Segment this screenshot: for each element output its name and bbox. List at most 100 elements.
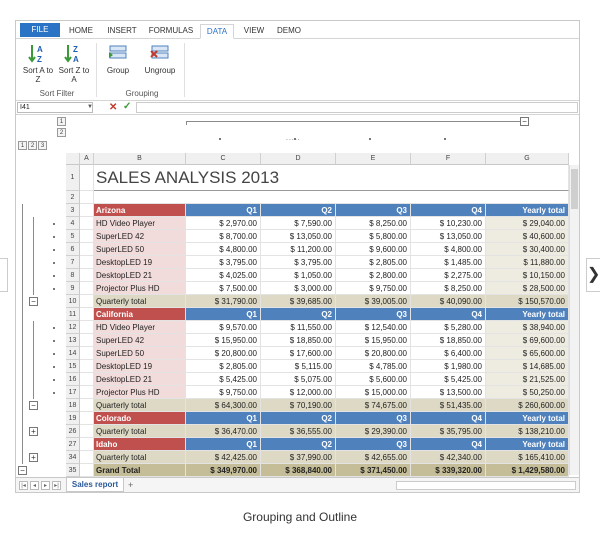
row-label-cell[interactable]: SuperLED 50 [94, 243, 186, 256]
formula-input[interactable] [136, 102, 578, 113]
value-cell[interactable]: $ 7,590.00 [261, 217, 336, 230]
column-header-f[interactable]: F [411, 153, 486, 165]
value-cell[interactable]: $ 9,750.00 [186, 386, 261, 399]
value-cell[interactable]: Q4 [411, 412, 486, 425]
value-cell[interactable]: $ 21,525.00 [486, 373, 569, 386]
cell-a[interactable] [80, 425, 94, 438]
value-cell[interactable]: $ 50,250.00 [486, 386, 569, 399]
value-cell[interactable]: $ 368,840.00 [261, 464, 336, 477]
value-cell[interactable]: $ 14,685.00 [486, 360, 569, 373]
value-cell[interactable]: $ 37,990.00 [261, 451, 336, 464]
row-header[interactable]: 12 [66, 321, 80, 334]
value-cell[interactable]: $ 17,600.00 [261, 347, 336, 360]
value-cell[interactable]: Q3 [336, 308, 411, 321]
row-header[interactable]: 7 [66, 256, 80, 269]
column-header-d[interactable]: D [261, 153, 336, 165]
value-cell[interactable]: $ 5,600.00 [336, 373, 411, 386]
value-cell[interactable]: Q3 [336, 412, 411, 425]
value-cell[interactable]: $ 39,685.00 [261, 295, 336, 308]
value-cell[interactable]: Q1 [186, 438, 261, 451]
value-cell[interactable]: $ 11,550.00 [261, 321, 336, 334]
value-cell[interactable]: $ 15,950.00 [336, 334, 411, 347]
column-header-g[interactable]: G [486, 153, 569, 165]
value-cell[interactable]: $ 4,800.00 [186, 243, 261, 256]
last-sheet-button[interactable]: ▸| [52, 481, 61, 490]
row-header[interactable]: 2 [66, 191, 80, 204]
value-cell[interactable]: $ 4,800.00 [411, 243, 486, 256]
first-sheet-button[interactable]: |◂ [19, 481, 28, 490]
value-cell[interactable]: $ 4,785.00 [336, 360, 411, 373]
row-label-cell[interactable]: DesktopLED 21 [94, 269, 186, 282]
cell-a[interactable] [80, 399, 94, 412]
value-cell[interactable]: Q2 [261, 438, 336, 451]
row-label-cell[interactable]: Colorado [94, 412, 186, 425]
value-cell[interactable]: $ 5,280.00 [411, 321, 486, 334]
cell-a[interactable] [80, 360, 94, 373]
row-header[interactable]: 17 [66, 386, 80, 399]
value-cell[interactable]: $ 39,005.00 [336, 295, 411, 308]
row-label-cell[interactable]: DesktopLED 19 [94, 256, 186, 269]
value-cell[interactable]: $ 5,800.00 [336, 230, 411, 243]
cell-a[interactable] [80, 464, 94, 477]
cell-a[interactable] [80, 165, 94, 191]
expand-idaho-button[interactable]: + [29, 453, 38, 462]
ungroup-button[interactable]: Ungroup [140, 43, 180, 87]
value-cell[interactable]: $ 3,000.00 [261, 282, 336, 295]
value-cell[interactable]: $ 2,275.00 [411, 269, 486, 282]
row-header[interactable]: 14 [66, 347, 80, 360]
value-cell[interactable]: $ 7,500.00 [186, 282, 261, 295]
row-label-cell[interactable]: DesktopLED 21 [94, 373, 186, 386]
value-cell[interactable]: Q1 [186, 308, 261, 321]
value-cell[interactable]: $ 3,795.00 [186, 256, 261, 269]
collapse-california-button[interactable]: − [29, 401, 38, 410]
value-cell[interactable]: $ 64,300.00 [186, 399, 261, 412]
value-cell[interactable]: $ 6,400.00 [411, 347, 486, 360]
sort-a-to-z-button[interactable]: A Z Sort A to Z [20, 43, 56, 87]
add-sheet-button[interactable]: + [128, 480, 133, 490]
row-header[interactable]: 5 [66, 230, 80, 243]
value-cell[interactable]: $ 18,850.00 [411, 334, 486, 347]
row-header[interactable]: 26 [66, 425, 80, 438]
collapse-arizona-button[interactable]: − [29, 297, 38, 306]
value-cell[interactable]: $ 38,940.00 [486, 321, 569, 334]
cell-a[interactable] [80, 438, 94, 451]
value-cell[interactable]: $ 2,805.00 [186, 360, 261, 373]
value-cell[interactable]: $ 5,075.00 [261, 373, 336, 386]
row-label-cell[interactable]: HD Video Player [94, 217, 186, 230]
select-all-corner[interactable] [66, 153, 80, 165]
value-cell[interactable]: $ 36,470.00 [186, 425, 261, 438]
group-button[interactable]: Group [100, 43, 136, 87]
cell-a[interactable] [80, 230, 94, 243]
name-box[interactable]: I41 [17, 102, 93, 113]
value-cell[interactable]: $ 74,675.00 [336, 399, 411, 412]
row-header[interactable]: 27 [66, 438, 80, 451]
value-cell[interactable]: $ 51,435.00 [411, 399, 486, 412]
column-header-a[interactable]: A [80, 153, 94, 165]
value-cell[interactable]: $ 42,425.00 [186, 451, 261, 464]
row-header[interactable]: 11 [66, 308, 80, 321]
value-cell[interactable]: Yearly total [486, 204, 569, 217]
value-cell[interactable]: $ 15,000.00 [336, 386, 411, 399]
value-cell[interactable]: $ 20,800.00 [186, 347, 261, 360]
column-outline-level-1[interactable]: 1 [57, 117, 66, 126]
value-cell[interactable]: $ 2,800.00 [336, 269, 411, 282]
value-cell[interactable]: $ 12,540.00 [336, 321, 411, 334]
value-cell[interactable]: $ 15,950.00 [186, 334, 261, 347]
value-cell[interactable]: Q3 [336, 204, 411, 217]
value-cell[interactable]: $ 29,040.00 [486, 217, 569, 230]
next-nav-button[interactable]: ❯ [586, 258, 600, 292]
tab-data[interactable]: DATA [200, 24, 234, 39]
expand-colorado-button[interactable]: + [29, 427, 38, 436]
tab-demo[interactable]: DEMO [274, 24, 304, 39]
value-cell[interactable]: $ 18,850.00 [261, 334, 336, 347]
cell-a[interactable] [80, 269, 94, 282]
value-cell[interactable]: $ 1,980.00 [411, 360, 486, 373]
value-cell[interactable]: $ 29,390.00 [336, 425, 411, 438]
value-cell[interactable]: $ 8,700.00 [186, 230, 261, 243]
value-cell[interactable]: $ 1,429,580.00 [486, 464, 569, 477]
row-label-cell[interactable]: SuperLED 42 [94, 334, 186, 347]
column-outline-level-2[interactable]: 2 [57, 128, 66, 137]
value-cell[interactable]: $ 36,555.00 [261, 425, 336, 438]
value-cell[interactable]: $ 31,790.00 [186, 295, 261, 308]
collapse-all-button[interactable]: − [18, 466, 27, 475]
